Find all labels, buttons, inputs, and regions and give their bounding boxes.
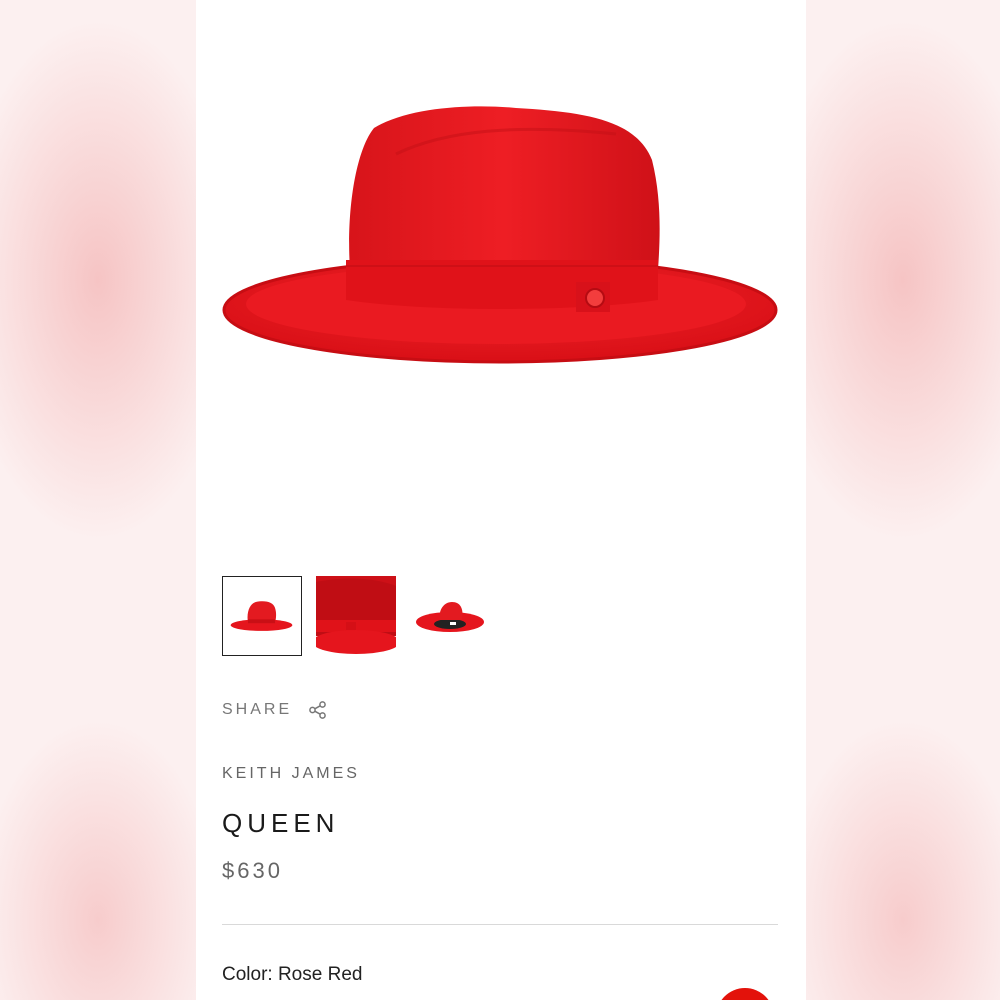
thumbnail-detail[interactable] bbox=[316, 576, 396, 656]
share-button[interactable]: SHARE bbox=[222, 700, 328, 720]
color-selection-label: Color: Rose Red bbox=[222, 964, 363, 985]
share-label: SHARE bbox=[222, 701, 293, 718]
thumbnail-front[interactable] bbox=[222, 576, 302, 656]
product-brand: KEITH JAMES bbox=[222, 765, 360, 782]
product-price: $630 bbox=[222, 858, 283, 883]
product-title: QUEEN bbox=[222, 808, 340, 838]
background-blur-left bbox=[0, 0, 196, 1000]
product-main-image[interactable] bbox=[196, 60, 806, 420]
thumbnail-underside[interactable] bbox=[410, 576, 490, 656]
divider bbox=[222, 924, 778, 925]
background-blur-right bbox=[806, 0, 1000, 1000]
share-icon bbox=[309, 701, 326, 719]
color-swatch-button[interactable] bbox=[716, 988, 774, 1000]
product-page: SHARE KEITH JAMES QUEEN $630 Color: Rose… bbox=[196, 0, 806, 1000]
